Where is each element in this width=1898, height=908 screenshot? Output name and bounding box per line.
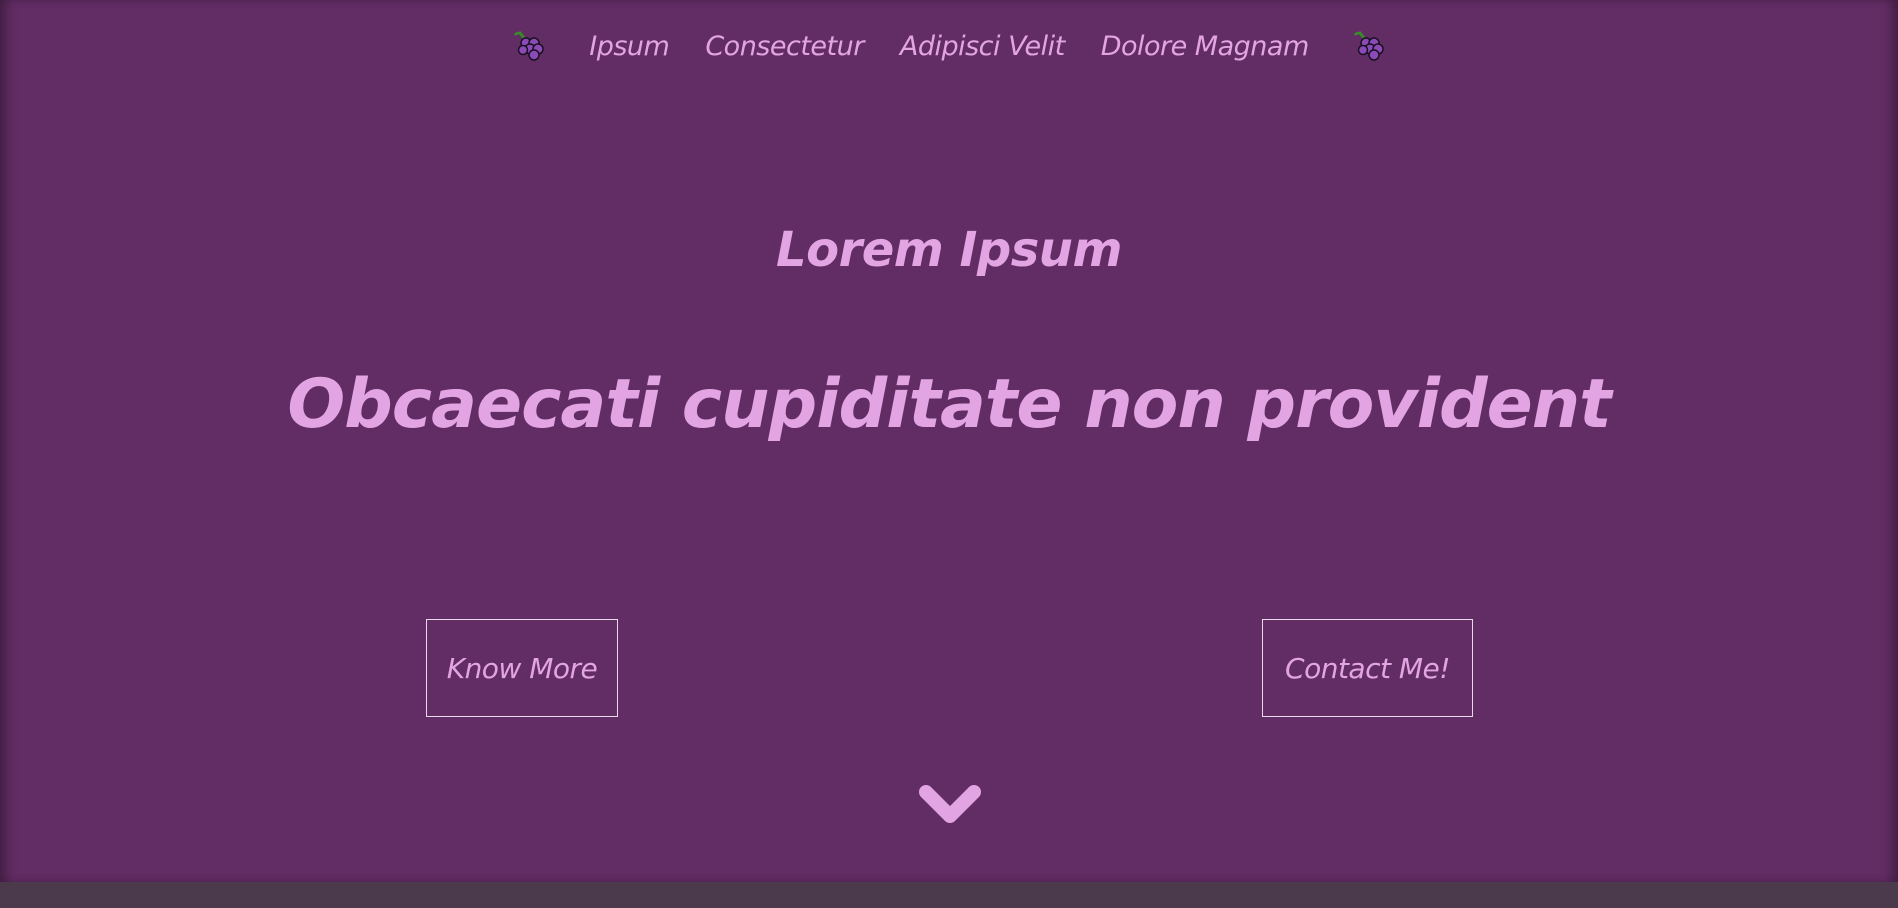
nav-link-ipsum[interactable]: Ipsum — [589, 31, 670, 62]
grapes-icon[interactable] — [509, 26, 549, 66]
top-nav: Ipsum Consectetur Adipisci Velit Dolore … — [0, 26, 1898, 66]
hero-section: Ipsum Consectetur Adipisci Velit Dolore … — [0, 0, 1898, 882]
nav-link-dolore-magnam[interactable]: Dolore Magnam — [1101, 31, 1310, 62]
nav-link-adipisci-velit[interactable]: Adipisci Velit — [900, 31, 1065, 62]
hero-subtitle: Lorem Ipsum — [776, 222, 1123, 278]
know-more-button[interactable]: Know More — [426, 619, 618, 717]
hero-title: Obcaecati cupiditate non provident — [287, 365, 1611, 444]
chevron-down-icon[interactable] — [916, 782, 984, 830]
nav-link-consectetur[interactable]: Consectetur — [705, 31, 864, 62]
contact-me-button[interactable]: Contact Me! — [1262, 619, 1473, 717]
grapes-icon[interactable] — [1349, 26, 1389, 66]
